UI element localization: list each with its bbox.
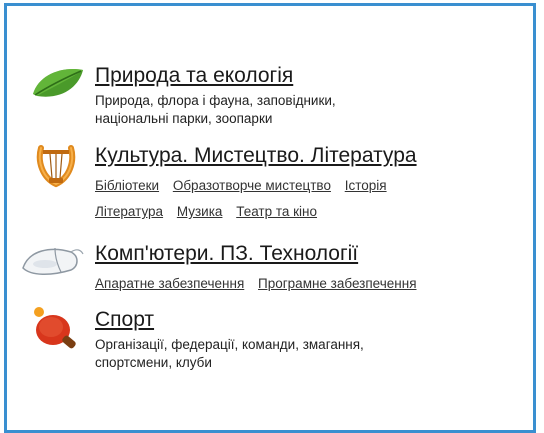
category-links-culture-row2: Література Музика Театр та кіно bbox=[95, 204, 327, 219]
link-literature[interactable]: Література bbox=[95, 204, 163, 219]
link-libraries[interactable]: Бібліотеки bbox=[95, 178, 159, 193]
link-software[interactable]: Програмне забезпечення bbox=[258, 276, 416, 291]
category-links-culture: Бібліотеки Образотворче мистецтво Історі… bbox=[95, 178, 397, 193]
link-music[interactable]: Музика bbox=[177, 204, 223, 219]
table-tennis-icon bbox=[31, 306, 81, 357]
link-history[interactable]: Історія bbox=[345, 178, 387, 193]
link-theatre-cinema[interactable]: Театр та кіно bbox=[236, 204, 317, 219]
lyre-icon bbox=[35, 144, 77, 193]
link-fine-arts[interactable]: Образотворче мистецтво bbox=[173, 178, 331, 193]
category-title-sport[interactable]: Спорт bbox=[95, 308, 154, 332]
category-title-culture[interactable]: Культура. Мистецтво. Література bbox=[95, 144, 417, 168]
computer-mouse-icon bbox=[21, 244, 85, 283]
category-title-nature[interactable]: Природа та екологія bbox=[95, 64, 293, 88]
description-line: спортсмени, клуби bbox=[95, 355, 212, 370]
leaf-icon bbox=[29, 64, 85, 109]
description-line: національні парки, зоопарки bbox=[95, 111, 273, 126]
category-description-sport: Організації, федерації, команди, змаганн… bbox=[95, 336, 364, 372]
description-line: Організації, федерації, команди, змаганн… bbox=[95, 337, 364, 352]
category-description-nature: Природа, флора і фауна, заповідники, нац… bbox=[95, 92, 336, 128]
catalog-panel: Природа та екологія Природа, флора і фау… bbox=[4, 3, 536, 433]
description-line: Природа, флора і фауна, заповідники, bbox=[95, 93, 336, 108]
category-links-computers: Апаратне забезпечення Програмне забезпеч… bbox=[95, 276, 427, 291]
category-title-computers[interactable]: Комп'ютери. ПЗ. Технології bbox=[95, 242, 358, 266]
link-hardware[interactable]: Апаратне забезпечення bbox=[95, 276, 244, 291]
